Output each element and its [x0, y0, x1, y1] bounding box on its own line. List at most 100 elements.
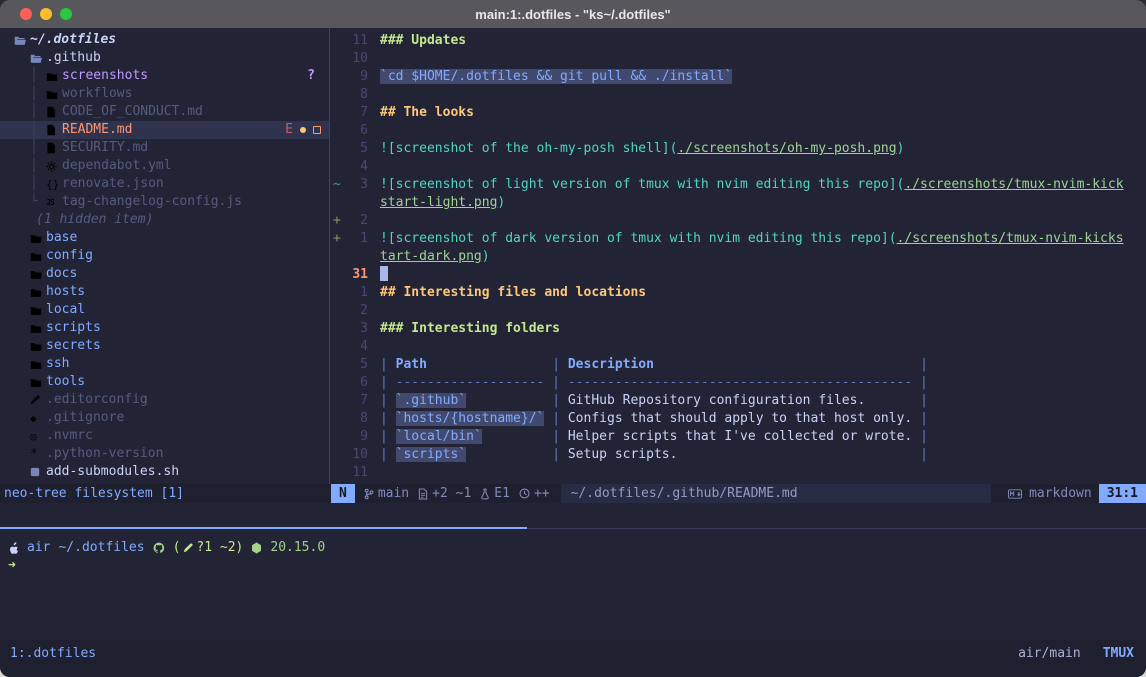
line-number: 7 [342, 392, 368, 410]
editor-line[interactable]: 6 [330, 122, 1146, 140]
editor-line[interactable]: 31 [330, 266, 1146, 284]
line-text: | `local/bin` | Helper scripts that I've… [380, 428, 928, 446]
tree-item-editorconfig[interactable]: .editorconfig [0, 391, 329, 409]
markdown-link[interactable]: ./screenshots/tmux-nvim-kick [904, 177, 1123, 192]
editor-line[interactable]: 11### Updates [330, 32, 1146, 50]
editor-line[interactable]: 2 [330, 302, 1146, 320]
cursor-position: 31:1 [1099, 484, 1146, 503]
tree-item-nvmrc[interactable]: ◎.nvmrc [0, 427, 329, 445]
line-text: | `hosts/{hostname}/` | Configs that sho… [380, 410, 928, 428]
editor-line[interactable]: 10 [330, 50, 1146, 68]
tree-item-gitignore[interactable]: ◆.gitignore [0, 409, 329, 427]
tmux-badge: TMUX [1103, 645, 1134, 663]
editor-line[interactable]: 5![screenshot of the oh-my-posh shell](.… [330, 140, 1146, 158]
tree-item-local[interactable]: local [0, 301, 329, 319]
neo-tree-sidebar[interactable]: ~/.dotfiles.github│screenshots?│workflow… [0, 28, 330, 484]
line-number: 2 [342, 212, 368, 230]
document-icon [418, 488, 428, 500]
markdown-link[interactable]: ./screenshots/tmux-nvim-kicks [897, 231, 1124, 246]
tree-item-python-version[interactable]: *.python-version [0, 445, 329, 463]
tree-item-dotfiles[interactable]: ~/.dotfiles [0, 31, 329, 49]
tree-item-1-hidden-item[interactable]: (1 hidden item) [0, 211, 329, 229]
tree-item-ssh[interactable]: ssh [0, 355, 329, 373]
editor-line[interactable]: 5| Path | Description | [330, 356, 1146, 374]
markdown-link[interactable]: start-light.png [380, 195, 497, 210]
editor-line[interactable]: 7| `.github` | GitHub Repository configu… [330, 392, 1146, 410]
tree-item-label: screenshots [62, 67, 148, 85]
unstaged-square-icon [313, 126, 321, 134]
tree-guide: └ [30, 193, 46, 211]
editor-line[interactable]: +2 [330, 212, 1146, 230]
markdown-icon [1008, 489, 1022, 499]
clock-icon [519, 488, 530, 499]
line-text: ### Updates [380, 32, 466, 50]
tree-item-secrets[interactable]: secrets [0, 337, 329, 355]
editor-line[interactable]: 4 [330, 158, 1146, 176]
editor-buffer[interactable]: 11### Updates109`cd $HOME/.dotfiles && g… [330, 28, 1146, 484]
editor-line[interactable]: start-light.png) [330, 194, 1146, 212]
tree-item-config[interactable]: config [0, 247, 329, 265]
gitsign-change: ~ [330, 176, 342, 194]
github-icon [153, 542, 165, 554]
shell-pane[interactable]: air~/.dotfiles( ?1 ~2)20.15.0 ➜ [0, 503, 1146, 640]
tree-item-label: add-submodules.sh [46, 463, 179, 481]
editor-line[interactable]: 9`cd $HOME/.dotfiles && git pull && ./in… [330, 68, 1146, 86]
editor-line[interactable]: 7## The looks [330, 104, 1146, 122]
editor-line[interactable]: tart-dark.png) [330, 248, 1146, 266]
editor-line[interactable]: 9| `local/bin` | Helper scripts that I'v… [330, 428, 1146, 446]
tree-item-tools[interactable]: tools [0, 373, 329, 391]
tree-item-dependabot-yml[interactable]: │dependabot.yml [0, 157, 329, 175]
gitsign-none [330, 356, 342, 374]
text-segment: Configs that should apply to that host o… [568, 411, 912, 426]
file-icon [46, 142, 62, 154]
tree-item-hosts[interactable]: hosts [0, 283, 329, 301]
tmux-window-label[interactable]: 1:.dotfiles [10, 645, 96, 663]
gitsign-none [330, 446, 342, 464]
editor-line[interactable]: ~3![screenshot of light version of tmux … [330, 176, 1146, 194]
gitsign-none [330, 302, 342, 320]
gitsign-none [330, 32, 342, 50]
text-segment: ## The looks [380, 105, 474, 120]
text-segment: ## Interesting files and locations [380, 285, 646, 300]
folder-icon [46, 71, 62, 82]
tree-item-renovate-json[interactable]: │{}renovate.json [0, 175, 329, 193]
editor-line[interactable]: 6| ------------------- | ---------------… [330, 374, 1146, 392]
editor-line[interactable]: 8| `hosts/{hostname}/` | Configs that sh… [330, 410, 1146, 428]
tree-item-tag-changelog-config-js[interactable]: └JStag-changelog-config.js [0, 193, 329, 211]
editor-line[interactable]: 1## Interesting files and locations [330, 284, 1146, 302]
tree-item-code-of-conduct-md[interactable]: │CODE_OF_CONDUCT.md [0, 103, 329, 121]
statusline-right: markdown 31:1 [1008, 484, 1146, 503]
tree-item-github[interactable]: .github [0, 49, 329, 67]
tree-item-label: .python-version [46, 445, 163, 463]
tree-item-add-submodules-sh[interactable]: add-submodules.sh [0, 463, 329, 481]
tree-item-docs[interactable]: docs [0, 265, 329, 283]
editor-line[interactable]: 11 [330, 464, 1146, 482]
gitsign-none [330, 392, 342, 410]
text-segment [427, 357, 552, 372]
editor-line[interactable]: 4 [330, 338, 1146, 356]
tree-item-readme-md[interactable]: │README.mdE [0, 121, 329, 139]
line-number: 4 [342, 338, 368, 356]
text-segment: Helper scripts that I've collected or wr… [568, 429, 912, 444]
editor-line[interactable]: +1![screenshot of dark version of tmux w… [330, 230, 1146, 248]
text-segment: `scripts` [396, 447, 466, 462]
prompt-segment: air [27, 539, 50, 557]
line-number: 9 [342, 68, 368, 86]
editor-line[interactable]: 10| `scripts` | Setup scripts. | [330, 446, 1146, 464]
gitsign-none [330, 104, 342, 122]
markdown-link[interactable]: ./screenshots/oh-my-posh.png [677, 141, 896, 156]
tree-item-security-md[interactable]: │SECURITY.md [0, 139, 329, 157]
text-segment: `.github` [396, 393, 466, 408]
tree-item-base[interactable]: base [0, 229, 329, 247]
tree-item-scripts[interactable]: scripts [0, 319, 329, 337]
tree-item-workflows[interactable]: │workflows [0, 85, 329, 103]
leaf-icon [251, 542, 262, 554]
editor-line[interactable]: 3### Interesting folders [330, 320, 1146, 338]
markdown-link[interactable]: tart-dark.png [380, 249, 482, 264]
editor-line[interactable]: 8 [330, 86, 1146, 104]
text-segment: | [920, 357, 928, 372]
prompt-segment: 20.15.0 [270, 539, 325, 557]
terminal-window: main:1:.dotfiles - "ks~/.dotfiles" ~/.do… [0, 0, 1146, 677]
line-text: ![screenshot of the oh-my-posh shell](./… [380, 140, 904, 158]
tree-item-screenshots[interactable]: │screenshots? [0, 67, 329, 85]
